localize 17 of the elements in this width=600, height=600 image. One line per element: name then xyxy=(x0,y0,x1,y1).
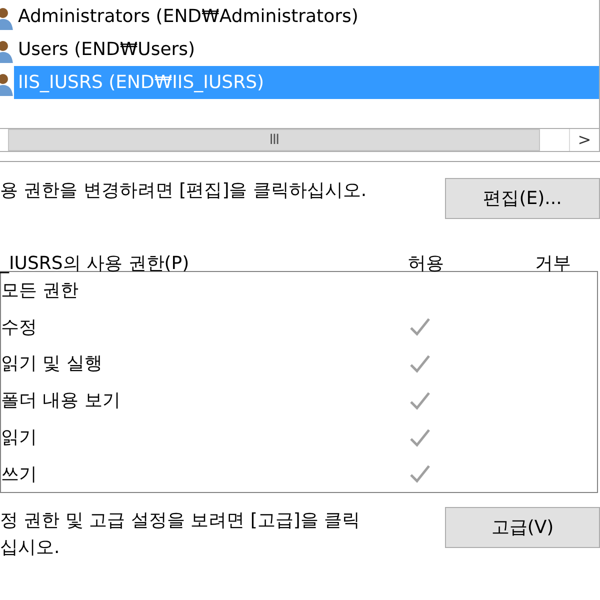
scrollbar-thumb[interactable]: III xyxy=(8,129,540,151)
scroll-right-button[interactable]: > xyxy=(569,129,599,151)
list-item[interactable]: Users (END₩Users) xyxy=(14,33,599,66)
permission-name: 읽기 및 실행 xyxy=(1,352,104,376)
column-header: 거부 xyxy=(535,252,571,276)
hint-text: 정 권한 및 고급 설정을 보려면 [고급]을 클릭 십시오. xyxy=(0,509,362,560)
column-header: _IUSRS의 사용 권한(P) xyxy=(0,252,190,276)
hint-text: 용 권한을 변경하려면 [편집]을 클릭하십시오. xyxy=(0,179,367,203)
list-item[interactable]: Administrators (END₩Administrators) xyxy=(14,0,599,33)
edit-button[interactable]: 편집(E)... xyxy=(445,178,600,219)
permission-name: 읽기 xyxy=(1,426,38,450)
permission-name: 쓰기 xyxy=(1,462,38,487)
permission-name: 수정 xyxy=(1,316,38,340)
advanced-button[interactable]: 고급(V) xyxy=(445,507,600,548)
permission-name: 폴더 내용 보기 xyxy=(1,389,122,414)
column-header: 허용 xyxy=(408,252,445,276)
permission-name: 모든 권한 xyxy=(1,278,80,303)
